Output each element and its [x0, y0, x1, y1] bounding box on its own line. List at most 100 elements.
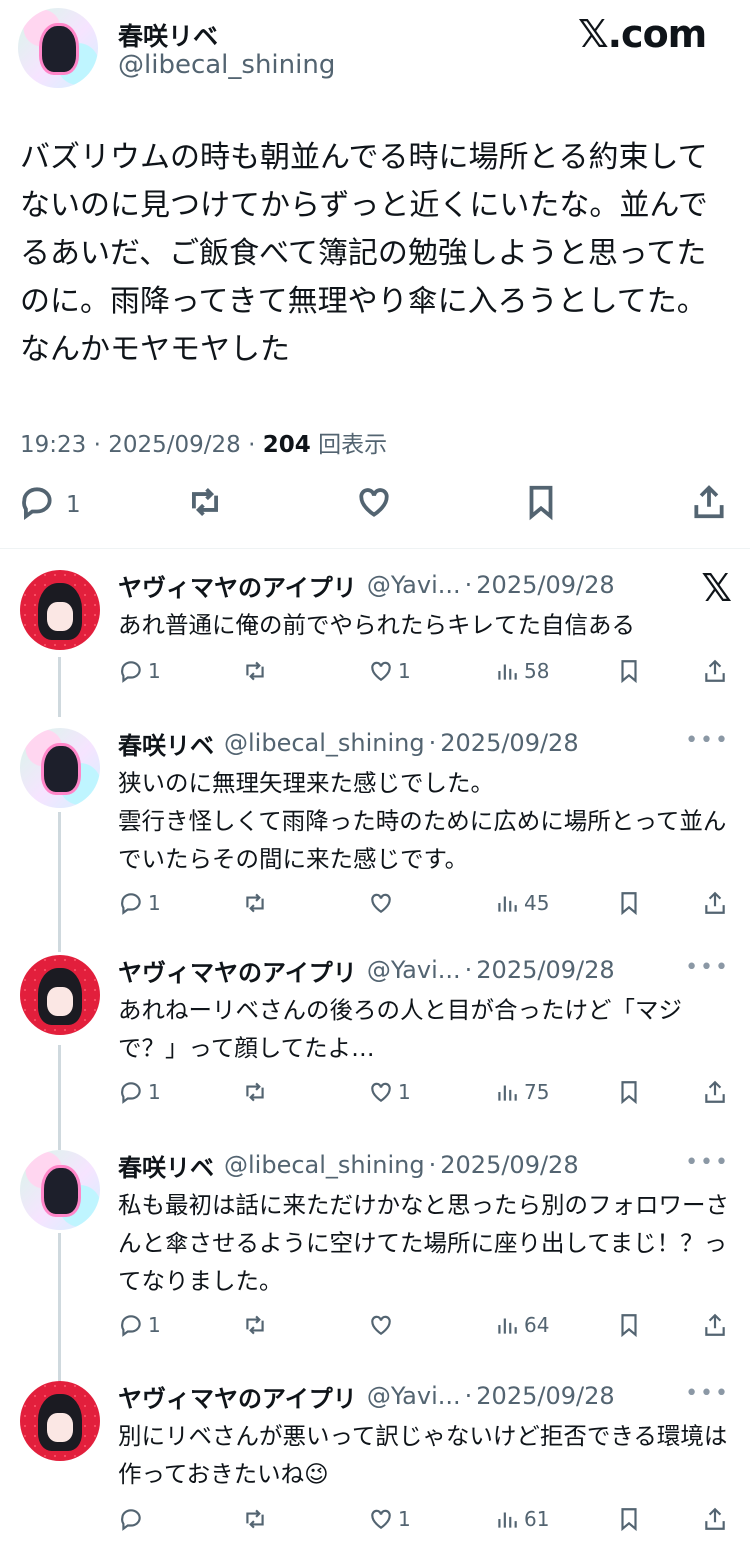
like-button[interactable]	[368, 888, 398, 918]
main-date[interactable]: 2025/09/28	[108, 432, 241, 458]
like-button[interactable]	[368, 1310, 398, 1340]
reply-avatar[interactable]	[20, 728, 100, 808]
like-button[interactable]: 1	[368, 656, 411, 686]
thread-line	[58, 812, 61, 952]
reply-author-handle[interactable]: @Yavi...	[367, 956, 461, 984]
share-button[interactable]	[702, 1310, 732, 1340]
reply-author-name[interactable]: ヤヴィマヤのアイプリ	[118, 1379, 357, 1414]
bookmark-button[interactable]	[616, 1310, 646, 1340]
bookmark-button[interactable]	[616, 1077, 646, 1107]
share-button[interactable]	[702, 1077, 732, 1107]
reply-avatar[interactable]	[20, 1381, 100, 1461]
main-author-handle[interactable]: @libecal_shining	[118, 50, 335, 80]
retweet-icon	[246, 893, 264, 913]
reply-date[interactable]: 2025/09/28	[440, 729, 578, 757]
reply-author-handle[interactable]: @Yavi...	[367, 571, 461, 599]
analytics-icon	[498, 1085, 517, 1101]
bookmark-button[interactable]	[616, 1504, 646, 1534]
main-avatar[interactable]	[18, 8, 98, 88]
main-tweet-text: バズリウムの時も朝並んでる時に場所とる約束してないのに見つけてからずっと近くにい…	[20, 140, 708, 367]
reply-date[interactable]: 2025/09/28	[440, 1151, 578, 1179]
share-button[interactable]	[702, 888, 732, 918]
reply-button[interactable]: 1	[118, 1310, 161, 1340]
views-button[interactable]: 58	[494, 656, 549, 686]
bookmark-icon	[621, 1508, 637, 1532]
bookmark-button[interactable]	[616, 656, 646, 686]
reply-author-handle[interactable]: @libecal_shining	[224, 729, 425, 757]
retweet-button[interactable]	[242, 1310, 272, 1340]
share-button[interactable]	[702, 656, 732, 686]
more-options-icon[interactable]: •••	[685, 1150, 730, 1175]
analytics-icon	[498, 1512, 517, 1528]
divider	[0, 548, 750, 549]
reply-author-name[interactable]: ヤヴィマヤのアイプリ	[118, 953, 357, 988]
main-views-count: 204	[262, 432, 311, 458]
views-button[interactable]: 75	[494, 1077, 549, 1107]
reply-count: 1	[148, 1080, 161, 1104]
separator: ·	[428, 1151, 437, 1179]
reply-author-name[interactable]: 春咲リベ	[118, 1148, 214, 1183]
reply-action-bar: 1 64	[118, 1310, 730, 1340]
reply-button[interactable]: 1	[118, 656, 161, 686]
reply-header: ヤヴィマヤのアイプリ @Yavi... · 2025/09/28	[118, 953, 615, 988]
retweet-button[interactable]	[242, 888, 272, 918]
like-button[interactable]: 1	[368, 1504, 411, 1534]
retweet-button[interactable]	[186, 480, 224, 530]
views-button[interactable]: 45	[494, 888, 549, 918]
bookmark-icon	[522, 483, 560, 527]
reply-avatar[interactable]	[20, 955, 100, 1035]
bookmark-icon	[621, 1081, 637, 1105]
thread-line	[58, 1233, 61, 1383]
reply-header: ヤヴィマヤのアイプリ @Yavi... · 2025/09/28	[118, 1379, 615, 1414]
reply-author-name[interactable]: ヤヴィマヤのアイプリ	[118, 568, 357, 603]
reply-button[interactable]	[118, 1504, 148, 1534]
retweet-button[interactable]	[242, 1504, 272, 1534]
reply-author-name[interactable]: 春咲リベ	[118, 726, 214, 761]
more-options-icon[interactable]: •••	[685, 955, 730, 980]
x-logo: 𝕏	[701, 566, 732, 610]
main-time[interactable]: 19:23	[20, 432, 86, 458]
reply-author-handle[interactable]: @Yavi...	[367, 1382, 461, 1410]
reply-avatar[interactable]	[20, 1150, 100, 1230]
retweet-icon	[246, 1509, 264, 1529]
main-tweet-meta: 19:23 · 2025/09/28 · 204 回表示	[20, 425, 387, 459]
reply-button[interactable]: 1	[18, 480, 81, 530]
views-button[interactable]: 64	[494, 1310, 549, 1340]
reply-date[interactable]: 2025/09/28	[476, 1382, 614, 1410]
separator: ·	[464, 1382, 473, 1410]
share-button[interactable]	[690, 480, 728, 530]
reply-date[interactable]: 2025/09/28	[476, 571, 614, 599]
reply-action-bar: 1 1 75	[118, 1077, 730, 1107]
bookmark-button[interactable]	[616, 888, 646, 918]
reply-text: 別にリベさんが悪いって訳じゃないけど拒否できる環境は作っておきたいね😉	[118, 1422, 728, 1488]
reply-icon	[121, 1082, 141, 1104]
reply-count: 1	[66, 492, 81, 518]
share-button[interactable]	[702, 1504, 732, 1534]
reply-button[interactable]: 1	[118, 1077, 161, 1107]
reply-action-bar: 1 1 58	[118, 656, 730, 686]
reply-header: ヤヴィマヤのアイプリ @Yavi... · 2025/09/28	[118, 568, 615, 603]
reply-avatar[interactable]	[20, 570, 100, 650]
reply-date[interactable]: 2025/09/28	[476, 956, 614, 984]
reply-author-handle[interactable]: @libecal_shining	[224, 1151, 425, 1179]
separator: ·	[93, 432, 101, 458]
share-icon	[705, 1080, 725, 1103]
reply-icon	[121, 1509, 141, 1531]
reply-count: 1	[148, 891, 161, 915]
retweet-icon	[246, 1082, 264, 1102]
reply-icon	[18, 483, 56, 527]
view-count: 58	[524, 659, 550, 683]
retweet-button[interactable]	[242, 656, 272, 686]
retweet-button[interactable]	[242, 1077, 272, 1107]
more-options-icon[interactable]: •••	[685, 1381, 730, 1406]
like-button[interactable]: 1	[368, 1077, 411, 1107]
reply-button[interactable]: 1	[118, 888, 161, 918]
views-button[interactable]: 61	[494, 1504, 549, 1534]
heart-icon	[371, 893, 391, 913]
reply-count: 1	[148, 1313, 161, 1337]
bookmark-button[interactable]	[522, 480, 560, 530]
main-author-name[interactable]: 春咲リベ	[118, 17, 218, 53]
heart-icon	[355, 483, 393, 527]
like-button[interactable]	[355, 480, 393, 530]
more-options-icon[interactable]: •••	[685, 728, 730, 753]
